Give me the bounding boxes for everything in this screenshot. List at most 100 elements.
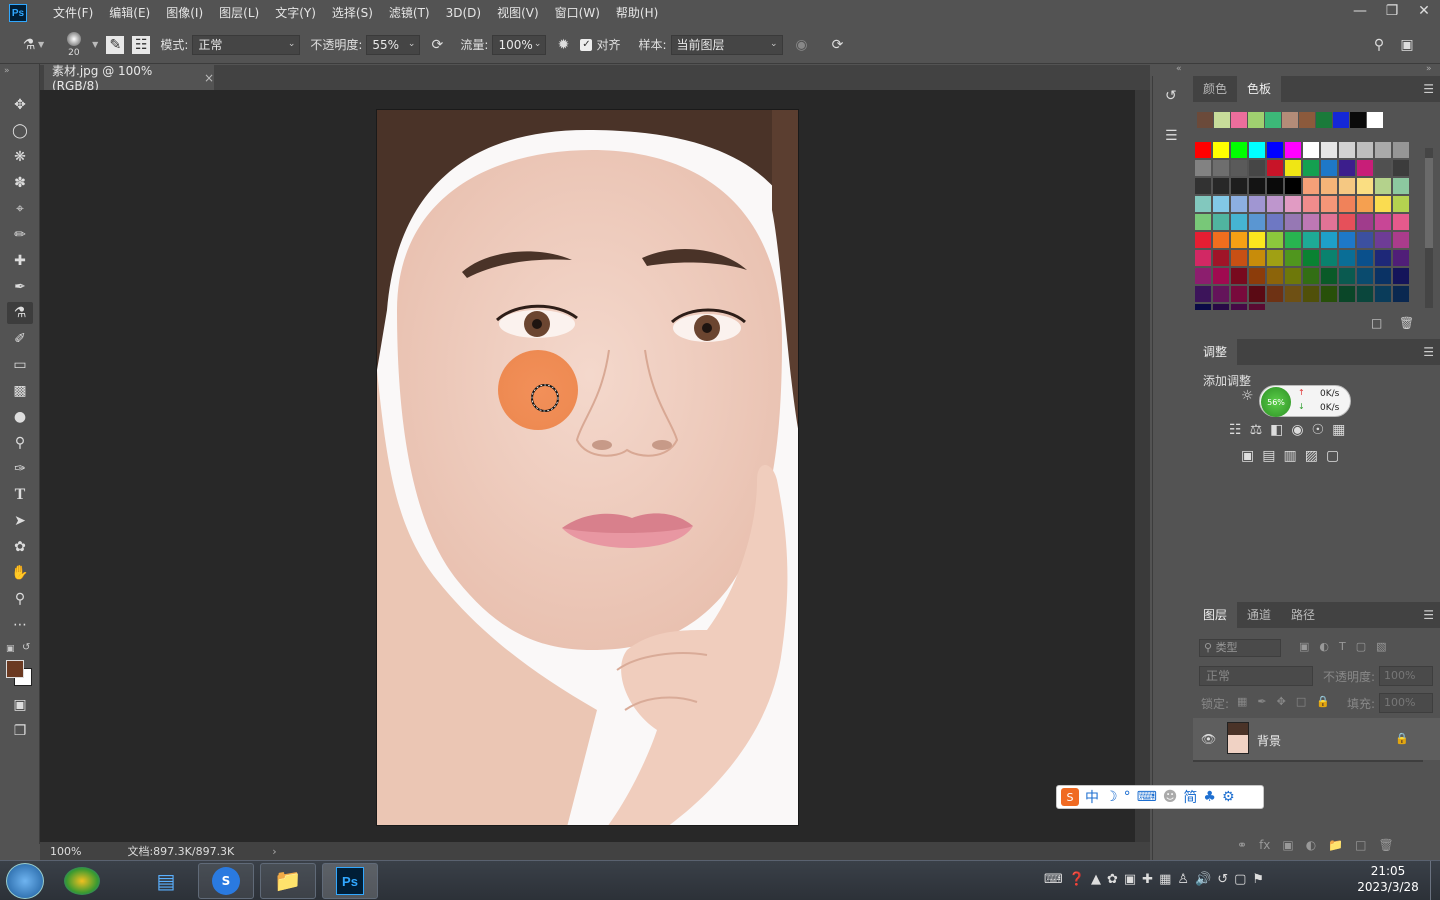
gradient-tool-icon[interactable]: ▩ [7, 380, 33, 402]
crop-tool-icon[interactable]: ⌖ [7, 198, 33, 220]
path-select-tool-icon[interactable]: ➤ [7, 510, 33, 532]
document-tab[interactable]: 素材.jpg @ 100%(RGB/8) × [44, 64, 214, 93]
color-swatch[interactable] [1339, 214, 1355, 230]
more-tools-icon[interactable]: ⋯ [7, 614, 33, 636]
marquee-tool-icon[interactable]: ◯ [7, 120, 33, 142]
color-swatch[interactable] [1375, 142, 1391, 158]
flow-input[interactable]: 100% ⌄ [492, 34, 547, 55]
user-icon[interactable]: ☻ [1163, 789, 1178, 805]
align-checkbox[interactable]: ✓ [580, 38, 593, 51]
layer-lock-icon[interactable]: 🔒 [1395, 732, 1409, 745]
recent-swatch[interactable] [1299, 112, 1315, 128]
color-swatch[interactable] [1267, 232, 1283, 248]
clock[interactable]: 21:05 2023/3/28 [1350, 864, 1426, 894]
color-swatch[interactable] [1357, 214, 1373, 230]
color-swatch[interactable] [1321, 214, 1337, 230]
color-swatch[interactable] [1393, 178, 1409, 194]
fill-input[interactable]: 100% [1379, 693, 1433, 713]
skin-icon[interactable]: ♣ [1203, 789, 1216, 805]
status-arrow-icon[interactable]: › [272, 845, 276, 858]
color-swatch[interactable] [1195, 214, 1211, 230]
color-swatch[interactable] [1231, 178, 1247, 194]
menu-image[interactable]: 图像(I) [158, 0, 211, 26]
color-swatch[interactable] [1249, 268, 1265, 284]
shape-tool-icon[interactable]: ✿ [7, 536, 33, 558]
recent-swatch[interactable] [1197, 112, 1213, 128]
photo-filter-icon[interactable]: ◉ [1291, 422, 1303, 438]
panel-menu-icon[interactable]: ☰ [1423, 608, 1434, 622]
swatch-scrollbar[interactable] [1425, 148, 1433, 308]
color-swatch[interactable] [1321, 196, 1337, 212]
color-swatch[interactable] [1357, 142, 1373, 158]
mode-select[interactable]: 正常 ⌄ [192, 34, 301, 55]
color-swatch[interactable] [1231, 214, 1247, 230]
properties-panel-icon[interactable]: ☰ [1165, 128, 1178, 144]
color-swatch[interactable] [1231, 304, 1247, 310]
recent-swatch[interactable] [1367, 112, 1383, 128]
channel-mixer-icon[interactable]: ☉ [1312, 422, 1325, 438]
gradient-map-icon[interactable]: ▢ [1326, 448, 1339, 464]
menu-filter[interactable]: 滤镜(T) [381, 0, 438, 26]
document-image[interactable] [376, 109, 799, 826]
swap-colors-icon[interactable]: ↺ [22, 642, 30, 653]
color-swatch[interactable] [1303, 268, 1319, 284]
color-lookup-icon[interactable]: ▦ [1332, 422, 1345, 438]
color-swatch[interactable] [1213, 268, 1229, 284]
color-swatch[interactable] [1249, 250, 1265, 266]
color-swatch[interactable] [1249, 160, 1265, 176]
color-swatch[interactable] [1339, 250, 1355, 266]
color-swatch[interactable] [1339, 268, 1355, 284]
airbrush-icon[interactable]: ✹ [552, 34, 574, 56]
color-swatch[interactable] [1267, 214, 1283, 230]
invert-icon[interactable]: ▣ [1241, 448, 1254, 464]
punctuation-icon[interactable]: ° [1124, 789, 1131, 805]
color-swatch[interactable] [1375, 196, 1391, 212]
color-swatch[interactable] [1249, 196, 1265, 212]
moon-icon[interactable]: ☽ [1105, 789, 1118, 805]
color-swatch[interactable] [1213, 160, 1229, 176]
selective-color-icon[interactable]: ▨ [1305, 448, 1318, 464]
color-swatch[interactable] [1285, 196, 1301, 212]
color-swatch[interactable] [1303, 250, 1319, 266]
color-swatch[interactable] [1267, 160, 1283, 176]
color-swatch[interactable] [1375, 232, 1391, 248]
recent-swatch[interactable] [1282, 112, 1298, 128]
color-swatch[interactable] [1321, 178, 1337, 194]
settings-gear-icon[interactable]: ⚙ [1222, 789, 1235, 805]
history-brush-tool-icon[interactable]: ✐ [7, 328, 33, 350]
lock-transparency-icon[interactable]: ▦ [1237, 695, 1247, 708]
menu-file[interactable]: 文件(F) [45, 0, 101, 26]
color-swatch[interactable] [1195, 268, 1211, 284]
color-swatch[interactable] [1285, 286, 1301, 302]
recent-swatch[interactable] [1248, 112, 1264, 128]
color-swatch[interactable] [1213, 214, 1229, 230]
color-swatch[interactable] [1375, 250, 1391, 266]
color-swatch[interactable] [1285, 142, 1301, 158]
color-swatch[interactable] [1195, 142, 1211, 158]
color-swatch[interactable] [1303, 160, 1319, 176]
tray-expand-icon[interactable]: ▲ [1091, 872, 1101, 887]
menu-window[interactable]: 窗口(W) [547, 0, 608, 26]
blend-mode-select[interactable]: 正常 [1199, 666, 1313, 686]
type-tool-icon[interactable]: T [7, 484, 33, 506]
sync-tray-icon[interactable]: ↺ [1217, 872, 1228, 887]
qq-tray-icon[interactable]: ♙ [1177, 872, 1189, 887]
color-swatch[interactable] [1357, 232, 1373, 248]
color-swatch[interactable] [1393, 250, 1409, 266]
display-tray-icon[interactable]: ▢ [1234, 872, 1246, 887]
preset-caret-icon[interactable]: ▼ [38, 40, 44, 49]
flower-tray-icon[interactable]: ✿ [1107, 872, 1118, 887]
shape-filter-icon[interactable]: ▢ [1356, 640, 1366, 653]
color-swatch[interactable] [1285, 268, 1301, 284]
color-swatch[interactable] [1303, 178, 1319, 194]
smart-filter-icon[interactable]: ▧ [1376, 640, 1386, 653]
color-swatch[interactable] [1267, 250, 1283, 266]
app-icon-files[interactable]: ▤ [138, 863, 194, 899]
color-swatch[interactable] [1249, 304, 1265, 310]
threshold-icon[interactable]: ▥ [1283, 448, 1296, 464]
color-swatch[interactable] [1375, 286, 1391, 302]
recent-swatch[interactable] [1333, 112, 1349, 128]
brush-preset-picker[interactable]: 20 [58, 29, 92, 61]
color-swatch[interactable] [1393, 160, 1409, 176]
layer-filter-select[interactable]: ⚲ 类型 [1199, 639, 1281, 657]
